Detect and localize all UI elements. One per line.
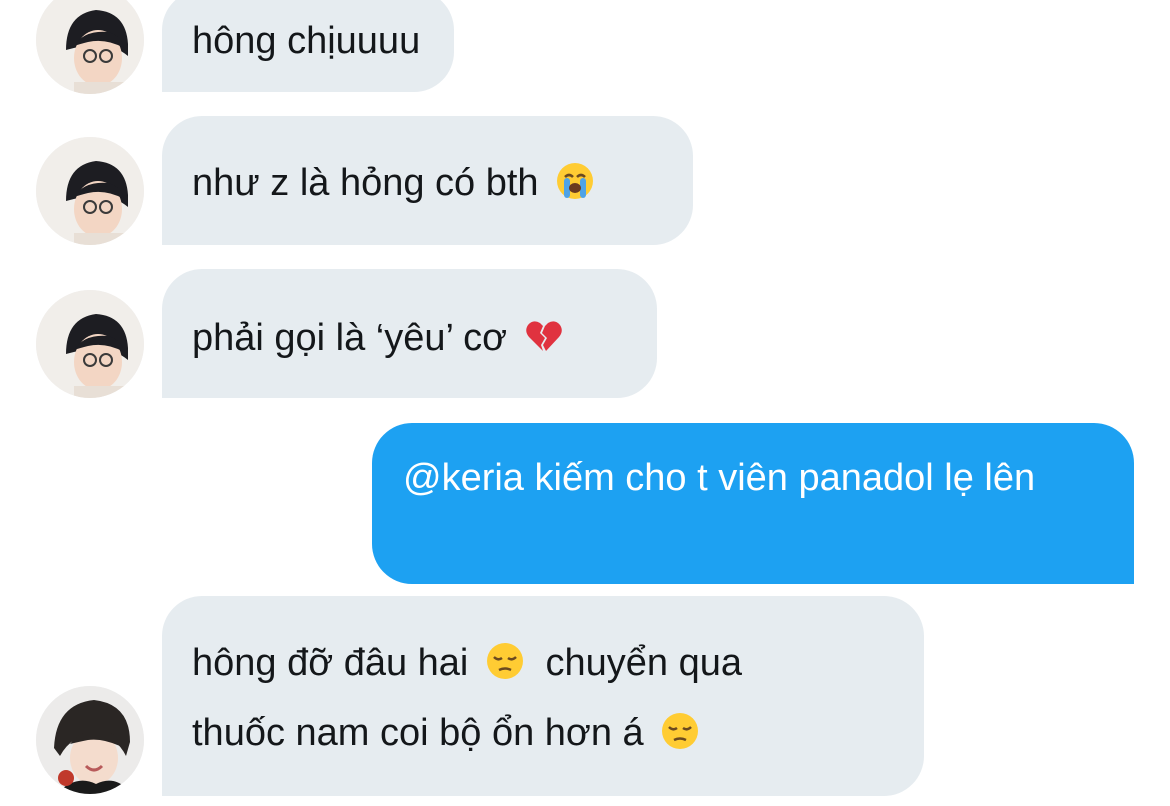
message-text: thuốc nam coi bộ ổn hơn á [192,712,644,754]
person-glasses-avatar-icon [36,0,144,94]
person-avatar-icon [36,686,144,794]
contact-avatar[interactable] [36,290,144,398]
message-text: như z là hỏng có bth [192,162,539,204]
incoming-message-bubble[interactable]: hông đỡ đâu hai chuyển qua thuốc nam coi… [162,596,924,796]
message-line: hông đỡ đâu hai chuyển qua [192,638,894,708]
message-text: chuyển qua [545,642,743,684]
message-text: @keria kiếm cho t viên panadol lẹ lên [403,457,1036,499]
pensive-face-icon [660,711,700,751]
person-glasses-avatar-icon [36,137,144,245]
conversation-view: hông chịuuuu như z là hỏng có bth phải g… [0,0,1170,806]
loudly-crying-face-icon [555,161,595,201]
incoming-message-bubble[interactable]: như z là hỏng có bth [162,116,693,245]
contact-avatar[interactable] [36,137,144,245]
message-text: hông đỡ đâu hai [192,642,469,684]
incoming-message-bubble[interactable]: phải gọi là ‘yêu’ cơ [162,269,657,398]
message-text: hông chịuuuu [192,20,421,62]
contact-avatar[interactable] [36,686,144,794]
incoming-message-bubble[interactable]: hông chịuuuu [162,0,455,92]
outgoing-message-bubble[interactable]: @keria kiếm cho t viên panadol lẹ lên [372,423,1134,584]
pensive-face-icon [485,641,525,681]
broken-heart-icon [524,316,564,356]
message-text: phải gọi là ‘yêu’ cơ [192,317,508,359]
person-glasses-avatar-icon [36,290,144,398]
message-line: thuốc nam coi bộ ổn hơn á [192,708,894,758]
contact-avatar[interactable] [36,0,144,94]
